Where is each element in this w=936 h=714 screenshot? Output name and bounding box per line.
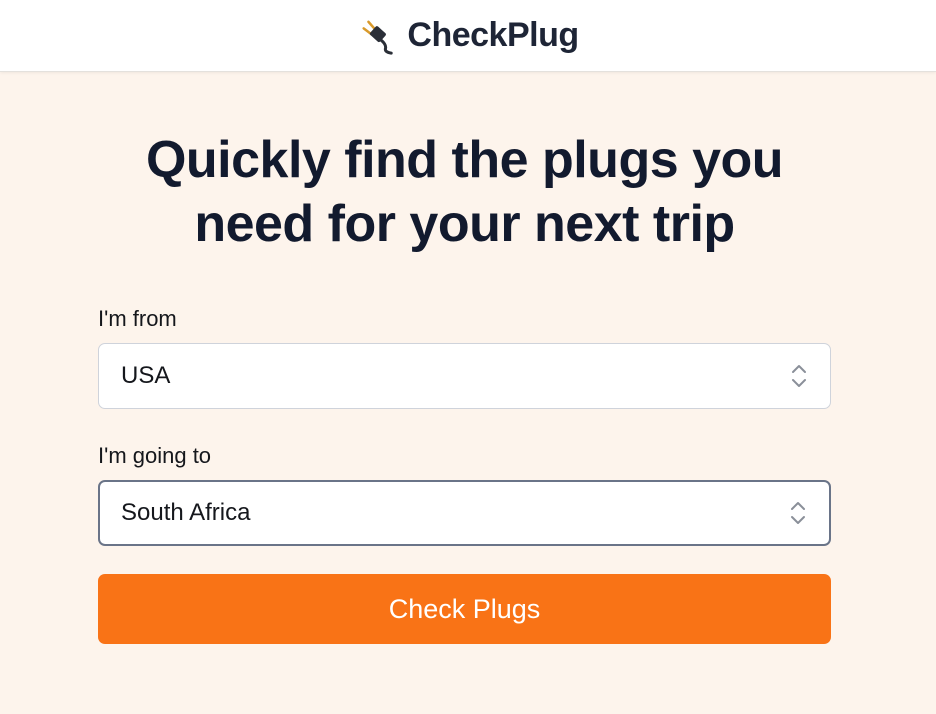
- chevron-up-down-icon: [791, 502, 805, 524]
- headline-line-2: need for your next trip: [194, 195, 735, 253]
- to-country-value: South Africa: [121, 499, 251, 526]
- headline-line-1: Quickly find the plugs you: [145, 131, 784, 189]
- page-headline: Quickly find the plugs you need for your…: [98, 128, 831, 256]
- from-country-value: USA: [121, 362, 171, 389]
- to-country-label: I'm going to: [98, 443, 212, 468]
- electric-plug-icon: [362, 20, 394, 55]
- brand[interactable]: CheckPlug: [357, 16, 579, 55]
- app-header: CheckPlug: [0, 0, 936, 72]
- brand-name: CheckPlug: [407, 16, 579, 54]
- check-plugs-button[interactable]: Check Plugs: [98, 574, 831, 644]
- from-country-label: I'm from: [98, 306, 177, 331]
- main-content: Quickly find the plugs you need for your…: [98, 72, 831, 644]
- chevron-up-down-icon: [792, 365, 806, 387]
- to-country-select[interactable]: South Africa: [98, 480, 831, 546]
- from-country-select[interactable]: USA: [98, 343, 831, 409]
